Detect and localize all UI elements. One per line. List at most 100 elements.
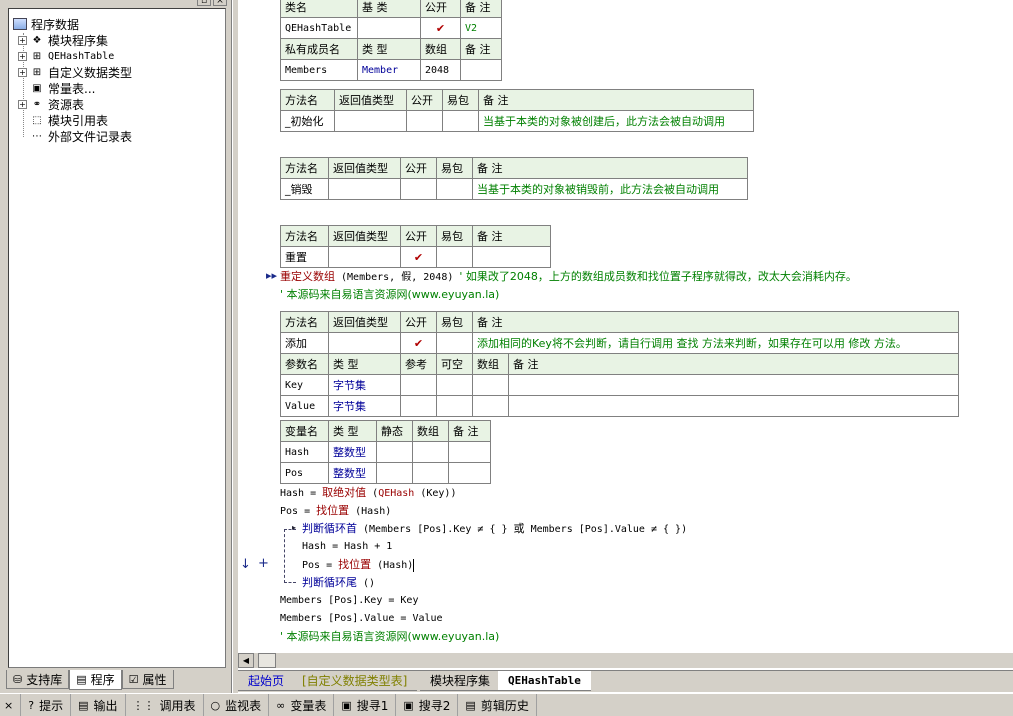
member-type-cell[interactable]: Member [357,59,421,81]
tree-item-constant[interactable]: ▣ 常量表... [30,80,95,96]
easy-pack-cell[interactable] [436,178,473,200]
ref-cell[interactable] [400,374,437,396]
breakpoint-arrow-icon[interactable]: ▸▸ [266,269,277,282]
close-icon[interactable]: × [213,0,227,6]
nullable-cell[interactable] [436,395,473,417]
member-note-cell[interactable] [460,59,502,81]
expand-icon[interactable]: + [18,35,27,45]
ref-cell[interactable] [400,395,437,417]
watch-button[interactable]: ○ 监视表 [204,694,270,716]
array-cell[interactable] [472,374,509,396]
return-type-cell[interactable] [328,178,401,200]
variable-button[interactable]: ∞ 变量表 [269,694,335,716]
method-name-cell[interactable]: _初始化 [280,110,335,132]
horizontal-scrollbar[interactable]: ◀ [238,652,1013,668]
code-line[interactable]: Pos = 找位置 (Hash) [280,502,391,520]
close-panel-button[interactable]: × [0,694,22,716]
scroll-left-icon[interactable]: ◀ [238,653,254,668]
table-row[interactable]: Value 字节集 [280,395,959,417]
public-check[interactable]: ✔ [400,246,437,268]
public-check[interactable]: ✔ [400,332,437,354]
var-type-cell[interactable]: 整数型 [328,462,377,484]
code-line[interactable]: 判断循环尾 () [302,574,375,592]
return-type-cell[interactable] [334,110,407,132]
expand-icon[interactable]: + [18,51,27,61]
code-line[interactable]: Hash = Hash + 1 [302,538,392,556]
search2-button[interactable]: ▣ 搜寻2 [396,694,459,716]
method-name-cell[interactable]: 重置 [280,246,329,268]
static-cell[interactable] [376,462,413,484]
code-line-source-comment[interactable]: ' 本源码来自易语言资源网(www.eyuyan.la) [280,286,499,304]
member-name-cell[interactable]: Members [280,59,358,81]
restore-icon[interactable]: ▫ [197,0,211,6]
public-cell[interactable] [400,178,437,200]
code-line-current[interactable]: Pos = 找位置 (Hash) [302,556,415,574]
tip-button[interactable]: ? 提示 [21,694,72,716]
note-cell[interactable] [508,395,959,417]
tree-item-resource[interactable]: + ⚭ 资源表 [18,96,84,112]
return-type-cell[interactable] [328,246,401,268]
table-row[interactable]: Pos 整数型 [280,462,491,484]
static-cell[interactable] [376,441,413,463]
class-name-cell[interactable]: QEHashTable [280,17,358,39]
output-button[interactable]: ▤ 输出 [71,694,126,716]
code-line[interactable]: 判断循环首 (Members [Pos].Key ≠ { } 或 Members… [302,520,687,538]
tab-property[interactable]: ☑ 属性 [121,670,174,689]
table-row[interactable]: Hash 整数型 [280,441,491,463]
tab-qehashtable[interactable]: QEHashTable [498,671,591,691]
tab-start-page[interactable]: 起始页 [238,671,295,691]
expand-icon[interactable]: + [18,99,27,109]
callstack-button[interactable]: ⋮⋮ 调用表 [126,694,204,716]
tree-item-datatype[interactable]: + ⊞ 自定义数据类型 [18,64,132,80]
tab-library[interactable]: ⛁ 支持库 [6,670,70,689]
param-type-cell[interactable]: 字节集 [328,374,401,396]
table-row[interactable]: Key 字节集 [280,374,959,396]
easy-pack-cell[interactable] [436,246,473,268]
code-line[interactable]: Hash = 取绝对值 (QEHash (Key)) [280,484,456,502]
method-note-cell[interactable]: 当基于本类的对象被销毁前，此方法会被自动调用 [472,178,748,200]
search1-button[interactable]: ▣ 搜寻1 [334,694,397,716]
method-name-cell[interactable]: 添加 [280,332,329,354]
code-line[interactable]: Members [Pos].Key = Key [280,592,418,610]
var-name-cell[interactable]: Pos [280,462,329,484]
note-cell[interactable] [448,462,491,484]
array-cell[interactable] [412,462,449,484]
code-line[interactable]: Members [Pos].Value = Value [280,610,443,628]
method-note-cell[interactable]: 添加相同的Key将不会判断，请自行调用 查找 方法来判断，如果存在可以用 修改 … [472,332,959,354]
add-line-icon[interactable]: + [258,556,269,571]
nullable-cell[interactable] [436,374,473,396]
expand-icon[interactable]: + [18,67,27,77]
array-cell[interactable] [412,441,449,463]
public-check[interactable]: ✔ [420,17,461,39]
tree-item-external[interactable]: ⋯ 外部文件记录表 [30,128,132,144]
tab-program[interactable]: ▤ 程序 [69,670,122,690]
easy-pack-cell[interactable] [436,332,473,354]
note-cell[interactable] [508,374,959,396]
var-name-cell[interactable]: Hash [280,441,329,463]
array-cell[interactable] [472,395,509,417]
method-note-cell[interactable] [472,246,551,268]
step-arrow-icon[interactable]: ↓ [240,557,251,572]
param-name-cell[interactable]: Key [280,374,329,396]
method-name-cell[interactable]: _销毁 [280,178,329,200]
param-type-cell[interactable]: 字节集 [328,395,401,417]
var-type-cell[interactable]: 整数型 [328,441,377,463]
tab-datatype-table[interactable]: [自定义数据类型表] [292,671,418,691]
class-note-cell[interactable]: V2 [460,17,502,39]
clipboard-history-button[interactable]: ▤ 剪辑历史 [458,694,537,716]
member-array-cell[interactable]: 2048 [420,59,461,81]
easy-pack-cell[interactable] [442,110,479,132]
tree-root[interactable]: 程序数据 [13,16,79,32]
code-editor[interactable]: 类名 基 类 公开 备 注 QEHashTable ✔ V2 私有成员名 类 型… [238,0,1013,652]
scroll-thumb[interactable] [258,653,276,668]
tab-module[interactable]: 模块程序集 [420,671,501,691]
method-note-cell[interactable]: 当基于本类的对象被创建后，此方法会被自动调用 [478,110,754,132]
public-cell[interactable] [406,110,443,132]
return-type-cell[interactable] [328,332,401,354]
tree-item-reference[interactable]: ⬚ 模块引用表 [30,112,108,128]
tree-item-module[interactable]: + ❖ 模块程序集 [18,32,108,48]
param-name-cell[interactable]: Value [280,395,329,417]
code-line[interactable]: ' 本源码来自易语言资源网(www.eyuyan.la) [280,628,499,646]
class-base-cell[interactable] [357,17,421,39]
tree-item-class[interactable]: + ⊞ QEHashTable [18,48,114,64]
